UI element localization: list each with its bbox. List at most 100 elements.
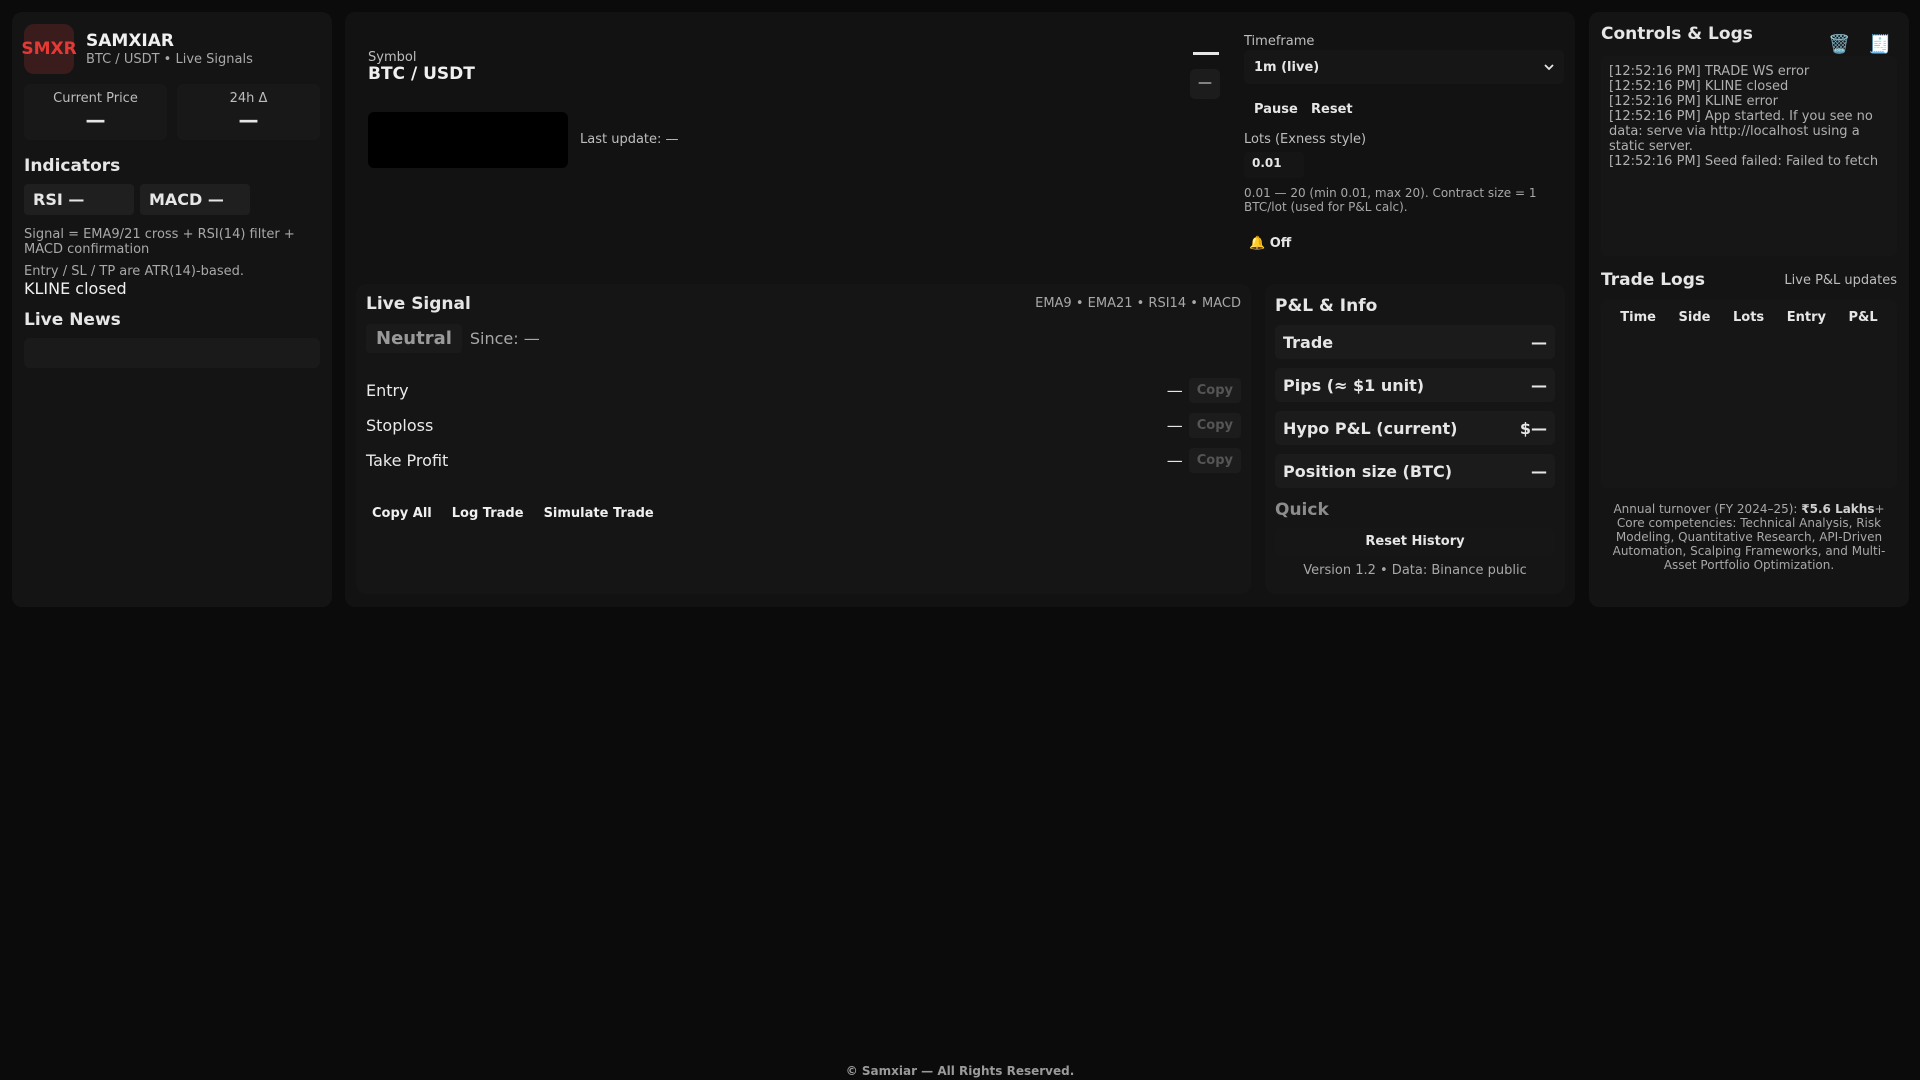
kline-status: KLINE closed: [24, 279, 127, 298]
pnl-hypo-value: $—: [1519, 418, 1547, 438]
lots-input[interactable]: 0.01: [1244, 152, 1304, 178]
log-line: [12:52:16 PM] KLINE closed: [1609, 79, 1789, 94]
stoploss-value: —: [1166, 416, 1183, 435]
about-note: Annual turnover (FY 2024–25): ₹5.6 Lakhs…: [1601, 502, 1897, 572]
current-price-value: —: [85, 108, 106, 132]
log-trade-button[interactable]: Log Trade: [446, 502, 530, 525]
pnl-hypo-label: Hypo P&L (current): [1283, 418, 1458, 438]
entry-value: —: [1166, 381, 1183, 400]
pnl-trade-row: Trade —: [1275, 325, 1555, 359]
trade-logs-title: Trade Logs: [1601, 270, 1706, 290]
pnl-trade-label: Trade: [1283, 332, 1334, 352]
take-profit-label: Take Profit: [366, 451, 449, 470]
pause-button[interactable]: Pause: [1248, 98, 1304, 121]
pnl-position-row: Position size (BTC) —: [1275, 454, 1555, 488]
column-time: Time: [1620, 310, 1656, 325]
change-24h-card: 24h Δ —: [177, 84, 320, 140]
current-price-label: Current Price: [53, 91, 138, 106]
copyright: © Samxiar — All Rights Reserved.: [845, 1064, 1075, 1078]
entry-row: Entry — Copy: [366, 378, 1241, 403]
trade-logs-header: Trade Logs Live P&L updates: [1601, 270, 1897, 290]
atr-description: Entry / SL / TP are ATR(14)-based.: [24, 264, 245, 279]
trash-icon[interactable]: 🗑️: [1828, 34, 1850, 55]
receipt-icon[interactable]: 🧾: [1869, 34, 1891, 55]
current-price-card: Current Price —: [24, 84, 167, 140]
brand-name: SAMXIAR: [86, 31, 174, 51]
reset-button[interactable]: Reset: [1305, 98, 1359, 121]
timeframe-select[interactable]: 1m (live): [1244, 50, 1564, 84]
live-signal-panel: Live Signal EMA9 • EMA21 • RSI14 • MACD …: [356, 284, 1251, 594]
pnl-pips-row: Pips (≈ $1 unit) —: [1275, 368, 1555, 402]
log-line: [12:52:16 PM] App started. If you see no…: [1609, 109, 1873, 154]
stats-row: Current Price — 24h Δ —: [24, 84, 320, 140]
indicator-badges: RSI — MACD —: [24, 184, 320, 215]
trade-logs-subtitle: Live P&L updates: [1784, 272, 1897, 288]
signal-since: Since: —: [469, 329, 540, 348]
signal-description: Signal = EMA9/21 cross + RSI(14) filter …: [24, 227, 295, 257]
pnl-trade-value: —: [1531, 332, 1547, 352]
about-prefix: Annual turnover (FY 2024–25):: [1613, 502, 1802, 516]
price-dash: [1193, 52, 1219, 55]
brand-subtitle: BTC / USDT • Live Signals: [86, 52, 253, 67]
dash-button[interactable]: —: [1190, 69, 1220, 99]
take-profit-value: —: [1166, 451, 1183, 470]
copy-all-button[interactable]: Copy All: [366, 502, 438, 525]
log-line: [12:52:16 PM] TRADE WS error: [1609, 64, 1810, 79]
pnl-title: P&L & Info: [1275, 296, 1378, 316]
column-entry: Entry: [1786, 310, 1826, 325]
indicators-title: Indicators: [24, 156, 121, 176]
reset-history-button[interactable]: Reset History: [1275, 528, 1555, 555]
signal-state-row: Neutral Since: —: [366, 324, 1241, 353]
signal-state-badge: Neutral: [366, 324, 462, 353]
pnl-position-label: Position size (BTC): [1283, 461, 1453, 481]
log-actions: 🗑️ 🧾: [1828, 34, 1891, 55]
stoploss-label: Stoploss: [366, 416, 434, 435]
change-24h-value: —: [238, 108, 259, 132]
log-line: [12:52:16 PM] Seed failed: Failed to fet…: [1609, 154, 1879, 169]
rsi-badge: RSI —: [24, 184, 134, 215]
take-profit-row: Take Profit — Copy: [366, 448, 1241, 473]
stoploss-row: Stoploss — Copy: [366, 413, 1241, 438]
lots-note: 0.01 — 20 (min 0.01, max 20). Contract s…: [1244, 186, 1537, 214]
copy-entry-button[interactable]: Copy: [1188, 378, 1241, 403]
price-display: [368, 112, 568, 168]
column-pnl: P&L: [1848, 310, 1878, 325]
chevron-down-icon: [1544, 60, 1554, 75]
controls-logs-panel: Controls & Logs 🗑️ 🧾 [12:52:16 PM] TRADE…: [1589, 12, 1909, 607]
signal-tags: EMA9 • EMA21 • RSI14 • MACD: [1035, 296, 1241, 311]
symbol-value: BTC / USDT: [368, 64, 475, 84]
pnl-pips-label: Pips (≈ $1 unit): [1283, 375, 1425, 395]
live-news-title: Live News: [24, 310, 121, 330]
trade-logs-table: Time Side Lots Entry P&L: [1601, 300, 1897, 488]
entry-label: Entry: [366, 381, 409, 400]
pnl-position-value: —: [1531, 461, 1547, 481]
log-list: [12:52:16 PM] TRADE WS error [12:52:16 P…: [1601, 56, 1897, 256]
news-feed: [24, 338, 320, 368]
lots-label: Lots (Exness style): [1244, 132, 1367, 147]
pnl-hypo-row: Hypo P&L (current) $—: [1275, 411, 1555, 445]
simulate-trade-button[interactable]: Simulate Trade: [538, 502, 660, 525]
symbol-label: Symbol: [368, 50, 417, 65]
change-24h-label: 24h Δ: [229, 91, 268, 106]
pnl-pips-value: —: [1531, 375, 1547, 395]
column-side: Side: [1678, 310, 1711, 325]
signal-actions: Copy All Log Trade Simulate Trade: [366, 502, 660, 525]
left-panel: SMXR SAMXIAR BTC / USDT • Live Signals C…: [12, 12, 332, 607]
alert-toggle[interactable]: 🔔 Off: [1249, 236, 1291, 251]
copy-stoploss-button[interactable]: Copy: [1188, 413, 1241, 438]
trade-logs-header-row: Time Side Lots Entry P&L: [1609, 310, 1889, 325]
version-info: Version 1.2 • Data: Binance public: [1303, 563, 1527, 578]
brand-logo: SMXR: [21, 24, 77, 74]
timeframe-value: 1m (live): [1254, 59, 1320, 75]
pnl-panel: P&L & Info Trade — Pips (≈ $1 unit) — Hy…: [1265, 284, 1565, 594]
copy-take-profit-button[interactable]: Copy: [1188, 448, 1241, 473]
quick-title: Quick: [1275, 500, 1329, 520]
timeframe-label: Timeframe: [1244, 34, 1315, 49]
log-line: [12:52:16 PM] KLINE error: [1609, 94, 1778, 109]
main-panel: Symbol BTC / USDT Last update: — — Timef…: [345, 12, 1575, 607]
last-update: Last update: —: [580, 132, 679, 147]
column-lots: Lots: [1733, 310, 1765, 325]
turnover-value: ₹5.6 Lakhs: [1801, 502, 1875, 516]
brand-header: SMXR SAMXIAR BTC / USDT • Live Signals: [21, 24, 320, 74]
macd-badge: MACD —: [140, 184, 250, 215]
